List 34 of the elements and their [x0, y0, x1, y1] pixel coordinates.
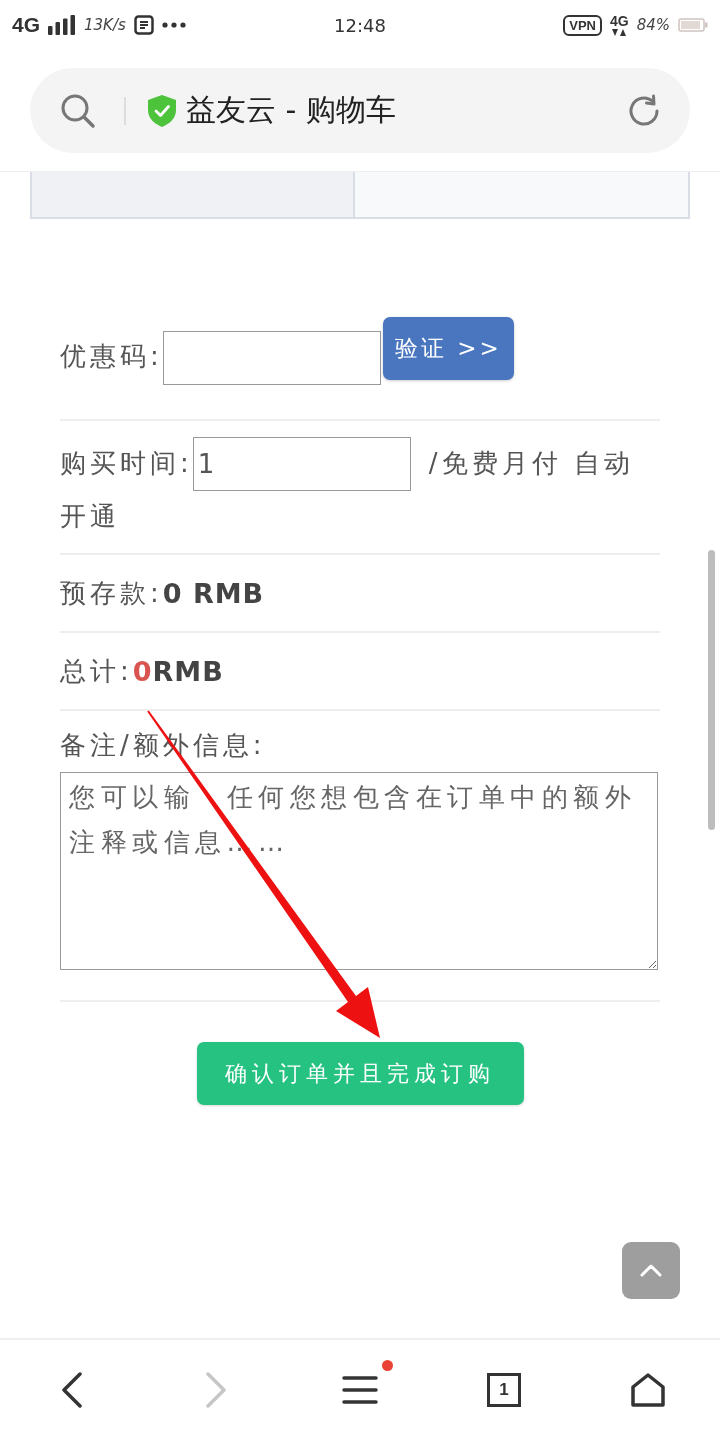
app-notification-icon	[133, 15, 154, 35]
menu-icon	[342, 1375, 378, 1405]
network-speed: 13K/s	[84, 16, 126, 34]
address-bar[interactable]: 益友云 - 购物车	[30, 68, 690, 153]
deposit-label: 预存款:	[60, 576, 163, 610]
battery-icon	[678, 18, 708, 32]
purchase-time-label: 购买时间:	[60, 447, 193, 478]
total-label: 总计:	[60, 654, 133, 688]
page-title: 益友云 - 购物车	[186, 91, 397, 129]
deposit-value: 0 RMB	[162, 577, 265, 609]
battery-level: 84%	[636, 16, 670, 34]
total-amount: 0	[132, 655, 153, 687]
data-arrows-icon	[612, 29, 627, 36]
total-currency: RMB	[152, 655, 224, 687]
chevron-left-icon	[61, 1372, 83, 1408]
search-icon	[60, 92, 96, 129]
back-to-top-button[interactable]	[622, 1242, 680, 1299]
chevron-up-icon	[640, 1264, 662, 1277]
clock-time: 12:48	[334, 14, 386, 36]
network-type: 4G	[12, 13, 40, 37]
network-type: 4G	[609, 14, 629, 28]
search-button[interactable]	[60, 92, 96, 129]
verify-button[interactable]: 验证 >>	[382, 317, 514, 380]
coupon-input-field[interactable]	[162, 331, 381, 385]
tabs-button[interactable]: 1	[487, 1373, 521, 1407]
coupon-label: 优惠码:	[60, 340, 163, 373]
home-icon	[631, 1373, 665, 1407]
chevron-right-icon	[205, 1372, 227, 1408]
purchase-time-note: /免费月付 自动	[428, 447, 634, 478]
purchase-time-note: 开通	[60, 500, 120, 533]
purchase-time-input-field[interactable]: 1	[192, 437, 411, 491]
vpn-badge: VPN	[563, 14, 602, 36]
more-dots-icon	[161, 22, 186, 28]
signal-icon	[48, 15, 76, 35]
